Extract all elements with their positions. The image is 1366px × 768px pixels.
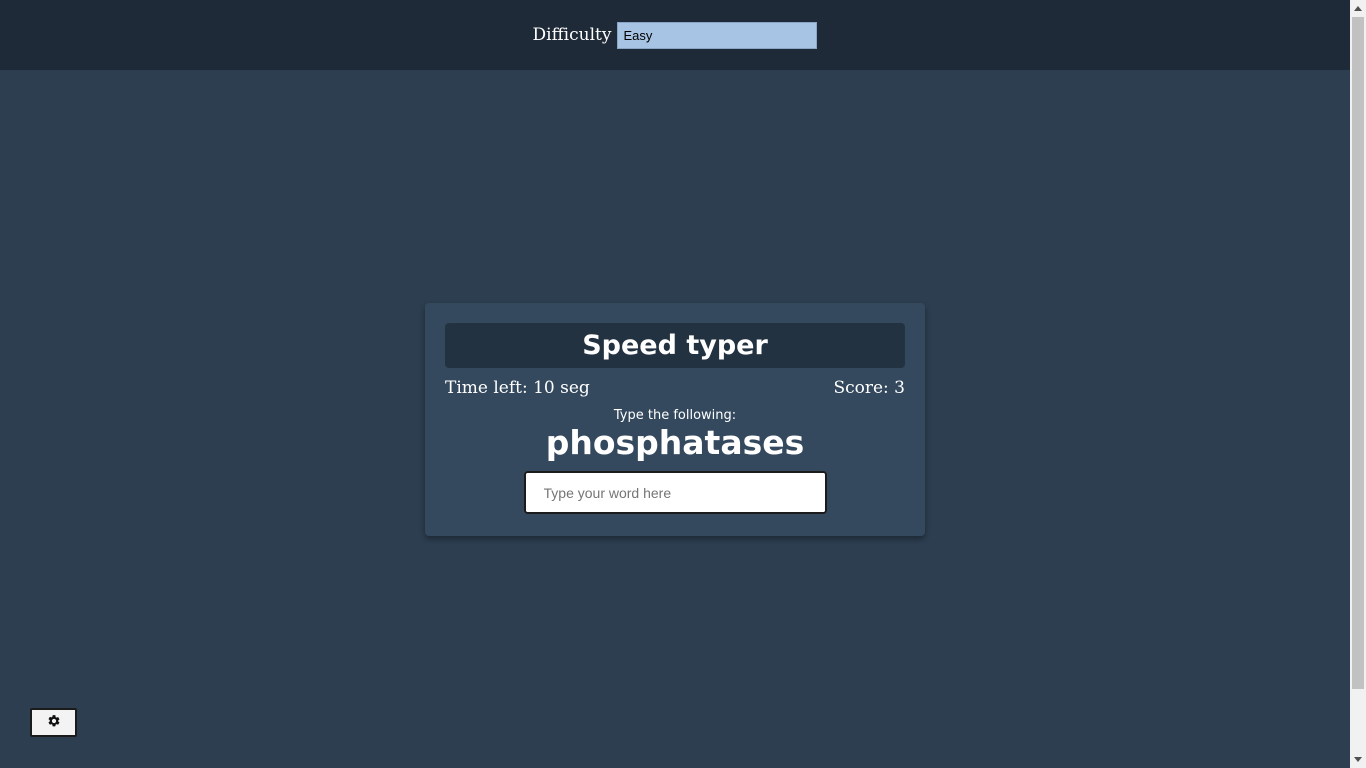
- time-left: Time left: 10 seg: [445, 378, 590, 398]
- scroll-thumb[interactable]: [1352, 17, 1364, 689]
- type-prompt: Type the following:: [613, 408, 737, 423]
- vertical-scrollbar[interactable]: [1350, 0, 1366, 768]
- game-title: Speed typer: [445, 323, 905, 368]
- gear-icon: [47, 713, 61, 732]
- settings-button[interactable]: [30, 708, 77, 737]
- difficulty-selected-value: Easy: [623, 27, 653, 43]
- score: Score: 3: [833, 378, 905, 398]
- word-input[interactable]: [523, 471, 827, 514]
- difficulty-label: Difficulty: [532, 25, 612, 45]
- target-word: phosphatases: [545, 423, 805, 462]
- difficulty-select[interactable]: Easy: [617, 21, 818, 49]
- page: Difficulty Easy Speed typer Time left: 1…: [0, 0, 1366, 768]
- top-bar: Difficulty Easy: [0, 0, 1350, 70]
- game-card: Speed typer Time left: 10 seg Score: 3 T…: [425, 303, 925, 536]
- scroll-up-arrow-icon[interactable]: [1350, 0, 1366, 16]
- scroll-down-arrow-icon[interactable]: [1350, 752, 1366, 768]
- stats-row: Time left: 10 seg Score: 3: [445, 378, 905, 398]
- difficulty-control: Difficulty Easy: [532, 21, 818, 49]
